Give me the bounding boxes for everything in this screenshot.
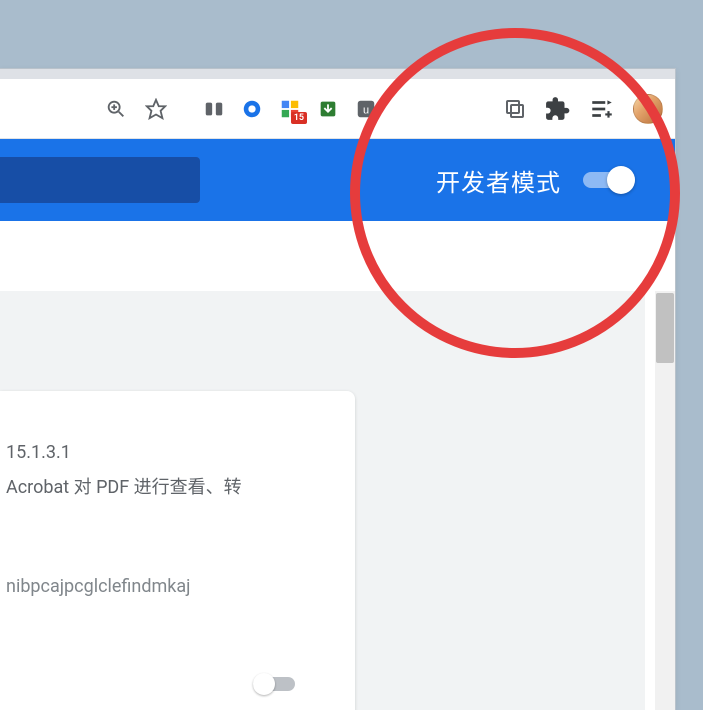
toggle-thumb	[253, 673, 275, 695]
browser-window: 15 u 开发者模式	[0, 68, 676, 710]
copy-icon[interactable]	[503, 97, 527, 121]
toolbar-left-group: 15 u	[105, 98, 377, 120]
extension-icon-3[interactable]: 15	[279, 98, 301, 120]
developer-mode-toggle[interactable]	[583, 166, 635, 194]
extension-version: 15.1.3.1	[6, 439, 337, 468]
extension-icon-2[interactable]	[241, 98, 263, 120]
extension-icons-group: 15 u	[203, 98, 377, 120]
extension-id: nibpcajpcglclefindmkaj	[6, 573, 337, 602]
extensions-puzzle-icon[interactable]	[545, 96, 571, 122]
extension-icon-5[interactable]: u	[355, 98, 377, 120]
extensions-content: 15.1.3.1 Acrobat 对 PDF 进行查看、转 nibpcajpcg…	[0, 291, 645, 710]
extension-enable-toggle[interactable]	[253, 673, 295, 695]
browser-toolbar: 15 u	[0, 79, 675, 139]
scrollbar-thumb[interactable]	[656, 293, 674, 363]
toggle-thumb	[607, 166, 635, 194]
tab-strip	[0, 69, 675, 79]
zoom-in-icon[interactable]	[105, 98, 127, 120]
search-chip	[0, 157, 200, 203]
extensions-header-bar: 开发者模式	[0, 139, 675, 221]
extension-icon-4[interactable]	[317, 98, 339, 120]
profile-avatar[interactable]	[633, 94, 663, 124]
extension-description: Acrobat 对 PDF 进行查看、转	[6, 474, 337, 503]
reading-list-icon[interactable]	[589, 96, 615, 122]
star-icon[interactable]	[145, 98, 167, 120]
svg-text:u: u	[363, 104, 369, 116]
extension-badge: 15	[291, 112, 307, 124]
extension-icon-1[interactable]	[203, 98, 225, 120]
developer-mode-label: 开发者模式	[436, 163, 561, 198]
extension-card: 15.1.3.1 Acrobat 对 PDF 进行查看、转 nibpcajpcg…	[0, 391, 355, 710]
